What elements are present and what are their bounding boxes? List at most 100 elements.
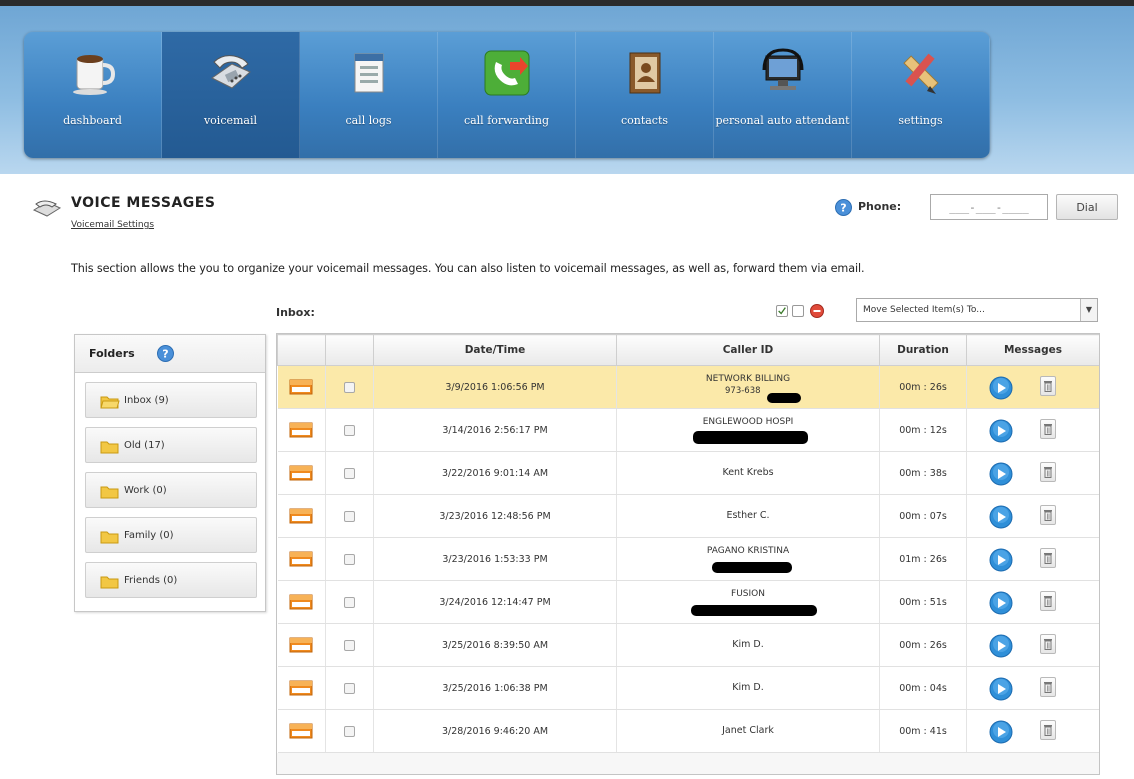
envelope-cell[interactable] xyxy=(277,408,326,452)
trash-icon xyxy=(1044,381,1052,392)
play-icon[interactable] xyxy=(989,548,1013,572)
messages-cell xyxy=(966,709,1099,753)
play-icon[interactable] xyxy=(989,677,1013,701)
address-book-icon xyxy=(629,52,661,94)
play-icon[interactable] xyxy=(989,720,1013,744)
row-checkbox[interactable] xyxy=(344,424,355,436)
move-to-folder-select[interactable]: Move Selected Item(s) To... ▼ xyxy=(856,298,1098,322)
page-title: VOICE MESSAGES xyxy=(71,195,216,211)
envelope-cell[interactable] xyxy=(277,537,326,581)
delete-message-button[interactable] xyxy=(1040,462,1056,482)
nav-item-voicemail[interactable]: voicemail xyxy=(162,32,300,158)
select-none-checkbox[interactable] xyxy=(792,305,804,317)
delete-message-button[interactable] xyxy=(1040,677,1056,697)
table-row[interactable]: 3/25/2016 1:06:38 PM Kim D. 00m : 04s xyxy=(277,666,1099,710)
folder-old[interactable]: Old (17) xyxy=(85,427,257,463)
play-icon[interactable] xyxy=(989,419,1013,443)
messages-cell xyxy=(966,408,1099,452)
redaction-mark xyxy=(767,393,801,403)
play-icon[interactable] xyxy=(989,505,1013,529)
envelope-cell[interactable] xyxy=(277,451,326,495)
checkbox-cell xyxy=(325,494,374,538)
folder-family[interactable]: Family (0) xyxy=(85,517,257,553)
folder-friends[interactable]: Friends (0) xyxy=(85,562,257,598)
checkbox-cell xyxy=(325,451,374,495)
table-header-row: Date/Time Caller ID Duration Messages xyxy=(277,334,1099,366)
caller-name: Kim D. xyxy=(732,639,764,650)
nav-item-settings[interactable]: settings xyxy=(852,32,990,158)
select-all-checkbox[interactable] xyxy=(776,305,788,317)
nav-label: call logs xyxy=(345,114,392,127)
caller-name: PAGANO KRISTINA xyxy=(706,546,790,556)
nav-label: call forwarding xyxy=(463,114,550,127)
table-row[interactable]: 3/25/2016 8:39:50 AM Kim D. 00m : 26s xyxy=(277,623,1099,667)
play-icon[interactable] xyxy=(989,376,1013,400)
table-row[interactable]: 3/22/2016 9:01:14 AM Kent Krebs 00m : 38s xyxy=(277,451,1099,495)
delete-message-button[interactable] xyxy=(1040,419,1056,439)
nav-label: contacts xyxy=(620,114,669,127)
nav-item-call-forwarding[interactable]: call forwarding xyxy=(438,32,576,158)
play-icon[interactable] xyxy=(989,462,1013,486)
phone-input[interactable] xyxy=(930,194,1048,220)
table-row[interactable]: 3/28/2016 9:46:20 AM Janet Clark 00m : 41s xyxy=(277,709,1099,753)
nav-item-personal-auto-attendant[interactable]: personal auto attendant xyxy=(714,32,852,158)
voicemail-settings-link[interactable]: Voicemail Settings xyxy=(71,220,154,230)
table-row[interactable]: 3/23/2016 1:53:33 PM PAGANO KRISTINA 01m :… xyxy=(277,537,1099,581)
caller-name: Kent Krebs xyxy=(722,467,774,478)
table-row[interactable]: 3/23/2016 12:48:56 PM Esther C. 00m : 07s xyxy=(277,494,1099,538)
envelope-cell[interactable] xyxy=(277,580,326,624)
nav-label: dashboard xyxy=(63,114,122,127)
delete-message-button[interactable] xyxy=(1040,634,1056,654)
nav-label: voicemail xyxy=(203,114,258,127)
ruler-pencil-icon xyxy=(903,53,939,94)
column-header-caller-id[interactable]: Caller ID xyxy=(616,334,880,366)
row-checkbox[interactable] xyxy=(344,725,355,737)
main-nav: dashboard voicemail call logs call forwa… xyxy=(24,32,990,158)
table-row[interactable]: 3/14/2016 2:56:17 PM ENGLEWOOD HOSPI 00m :… xyxy=(277,408,1099,452)
envelope-cell[interactable] xyxy=(277,709,326,753)
column-header-datetime[interactable]: Date/Time xyxy=(373,334,617,366)
delete-message-button[interactable] xyxy=(1040,591,1056,611)
nav-label: personal auto attendant xyxy=(715,114,850,127)
folder-label: Work (0) xyxy=(124,485,167,496)
play-icon[interactable] xyxy=(989,634,1013,658)
nav-item-call-logs[interactable]: call logs xyxy=(300,32,438,158)
help-icon[interactable]: ? xyxy=(835,199,852,216)
delete-message-button[interactable] xyxy=(1040,548,1056,568)
envelope-cell[interactable] xyxy=(277,666,326,710)
delete-message-button[interactable] xyxy=(1040,720,1056,740)
row-checkbox[interactable] xyxy=(344,553,355,565)
envelope-cell[interactable] xyxy=(277,623,326,667)
help-icon[interactable]: ? xyxy=(157,345,174,362)
caller-id-cell: Janet Clark xyxy=(616,709,880,753)
delete-message-button[interactable] xyxy=(1040,505,1056,525)
envelope-cell[interactable] xyxy=(277,365,326,409)
caller-id-cell: NETWORK BILLING 973-638 xyxy=(616,365,880,409)
row-checkbox[interactable] xyxy=(344,510,355,522)
envelope-icon xyxy=(289,465,313,481)
row-checkbox[interactable] xyxy=(344,381,355,393)
cancel-icon[interactable] xyxy=(810,304,824,318)
datetime-cell: 3/25/2016 1:06:38 PM xyxy=(373,666,617,710)
delete-message-button[interactable] xyxy=(1040,376,1056,396)
duration-cell: 00m : 12s xyxy=(879,408,967,452)
row-checkbox[interactable] xyxy=(344,596,355,608)
row-checkbox[interactable] xyxy=(344,639,355,651)
checkbox-cell xyxy=(325,365,374,409)
dial-button[interactable]: Dial xyxy=(1056,194,1118,220)
table-row[interactable]: 3/24/2016 12:14:47 PM FUSION 00m : 51s xyxy=(277,580,1099,624)
row-checkbox[interactable] xyxy=(344,682,355,694)
column-header-duration[interactable]: Duration xyxy=(879,334,967,366)
folder-inbox[interactable]: Inbox (9) xyxy=(85,382,257,418)
nav-item-dashboard[interactable]: dashboard xyxy=(24,32,162,158)
caller-wrap: ENGLEWOOD HOSPI xyxy=(617,409,879,451)
folder-work[interactable]: Work (0) xyxy=(85,472,257,508)
svg-text:?: ? xyxy=(162,348,168,361)
nav-item-contacts[interactable]: contacts xyxy=(576,32,714,158)
envelope-cell[interactable] xyxy=(277,494,326,538)
duration-cell: 00m : 51s xyxy=(879,580,967,624)
svg-text:?: ? xyxy=(840,202,846,215)
table-row[interactable]: 3/9/2016 1:06:56 PM NETWORK BILLING 973-63… xyxy=(277,365,1099,409)
play-icon[interactable] xyxy=(989,591,1013,615)
row-checkbox[interactable] xyxy=(344,467,355,479)
